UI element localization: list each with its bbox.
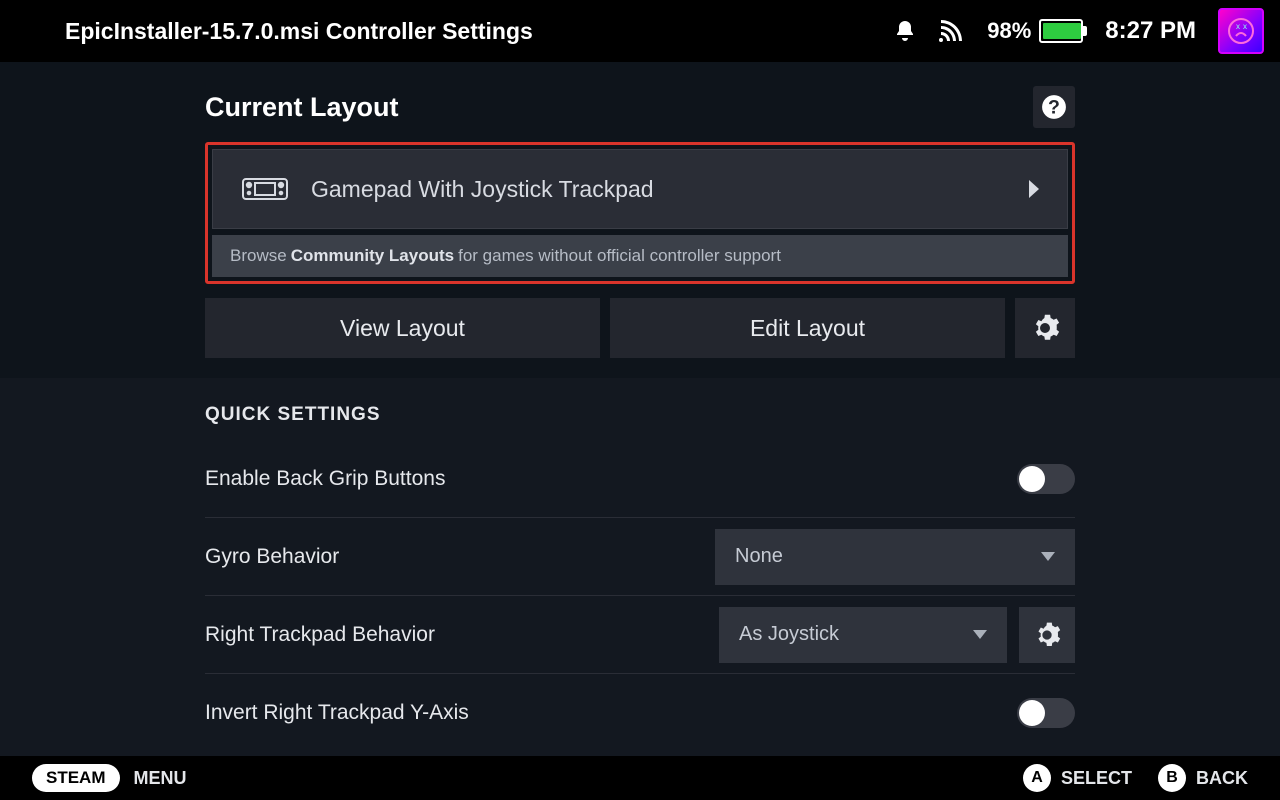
battery-icon — [1039, 19, 1083, 43]
edit-layout-button[interactable]: Edit Layout — [610, 298, 1005, 358]
footer-bar: STEAM MENU A SELECT B BACK — [0, 756, 1280, 800]
browse-prefix: Browse — [230, 246, 287, 266]
current-layout-row[interactable]: Gamepad With Joystick Trackpad — [212, 149, 1068, 229]
help-button[interactable]: ? — [1033, 86, 1075, 128]
top-status-bar: EpicInstaller-15.7.0.msi Controller Sett… — [0, 0, 1280, 62]
browse-bold: Community Layouts — [291, 246, 454, 266]
browse-suffix: for games without official controller su… — [458, 246, 781, 266]
a-button-icon: A — [1023, 764, 1051, 792]
setting-row-back-grip: Enable Back Grip Buttons — [205, 440, 1075, 518]
setting-label: Gyro Behavior — [205, 545, 703, 569]
steamdeck-icon — [241, 175, 289, 203]
setting-label: Invert Right Trackpad Y-Axis — [205, 701, 1005, 725]
hint-select: A SELECT — [1023, 764, 1132, 792]
avatar[interactable]: xx — [1218, 8, 1264, 54]
svg-text:x: x — [1243, 22, 1247, 31]
setting-label: Right Trackpad Behavior — [205, 623, 707, 647]
setting-row-invert-trackpad: Invert Right Trackpad Y-Axis — [205, 674, 1075, 752]
menu-label: MENU — [134, 768, 187, 789]
bell-icon[interactable] — [893, 19, 917, 43]
svg-text:x: x — [1236, 22, 1240, 31]
toggle-back-grip[interactable] — [1017, 464, 1075, 494]
chevron-down-icon — [1041, 552, 1055, 561]
layout-highlight-box: Gamepad With Joystick Trackpad Browse Co… — [205, 142, 1075, 284]
view-layout-button[interactable]: View Layout — [205, 298, 600, 358]
dropdown-gyro-behavior[interactable]: None — [715, 529, 1075, 585]
steam-button[interactable]: STEAM — [32, 764, 120, 792]
select-label: SELECT — [1061, 768, 1132, 789]
page-title: EpicInstaller-15.7.0.msi Controller Sett… — [65, 18, 875, 45]
clock: 8:27 PM — [1105, 17, 1196, 45]
chevron-down-icon — [973, 630, 987, 639]
toggle-invert-trackpad[interactable] — [1017, 698, 1075, 728]
dropdown-value: As Joystick — [739, 623, 839, 646]
quick-settings-heading: QUICK SETTINGS — [205, 404, 1075, 426]
browse-community-layouts[interactable]: Browse Community Layouts for games witho… — [212, 235, 1068, 277]
dropdown-value: None — [735, 545, 783, 568]
current-layout-name: Gamepad With Joystick Trackpad — [311, 176, 1007, 203]
setting-row-right-trackpad: Right Trackpad Behavior As Joystick — [205, 596, 1075, 674]
back-label: BACK — [1196, 768, 1248, 789]
current-layout-heading: Current Layout — [205, 92, 399, 123]
setting-row-gyro: Gyro Behavior None — [205, 518, 1075, 596]
svg-text:?: ? — [1048, 97, 1060, 119]
setting-label: Enable Back Grip Buttons — [205, 467, 1005, 491]
battery-percent: 98% — [987, 18, 1031, 44]
b-button-icon: B — [1158, 764, 1186, 792]
right-trackpad-settings-button[interactable] — [1019, 607, 1075, 663]
battery-status: 98% — [987, 18, 1083, 44]
cast-icon[interactable] — [939, 20, 965, 42]
hint-back: B BACK — [1158, 764, 1248, 792]
dropdown-right-trackpad-behavior[interactable]: As Joystick — [719, 607, 1007, 663]
status-area: 98% 8:27 PM xx — [893, 8, 1264, 54]
chevron-right-icon — [1029, 180, 1039, 198]
layout-settings-button[interactable] — [1015, 298, 1075, 358]
